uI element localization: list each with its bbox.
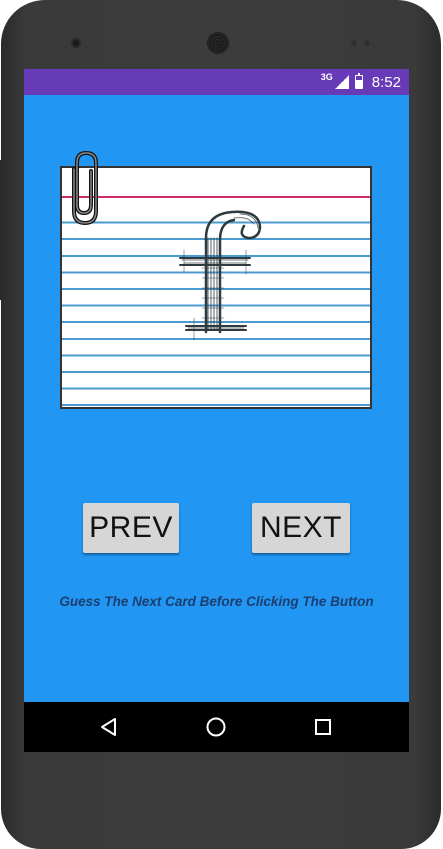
front-camera	[71, 38, 81, 48]
power-button	[0, 160, 3, 300]
network-type-label: 3G	[320, 72, 333, 82]
paperclip-icon	[72, 150, 98, 226]
proximity-sensor	[351, 40, 357, 46]
battery-charging-icon	[354, 73, 363, 89]
light-sensor	[364, 40, 370, 46]
status-time: 8:52	[371, 73, 401, 91]
signal-icon	[334, 75, 349, 89]
next-button[interactable]: NEXT	[252, 503, 350, 553]
hint-text: Guess The Next Card Before Clicking The …	[59, 594, 374, 609]
app-screen: 3G 8:52 PREV NEXT Guess The Next Card Be…	[24, 69, 409, 752]
earpiece-speaker	[207, 32, 229, 54]
recents-icon	[315, 719, 331, 735]
prev-button[interactable]: PREV	[83, 503, 179, 553]
home-icon	[206, 717, 226, 737]
back-button[interactable]	[79, 702, 139, 752]
navigation-bar	[24, 702, 409, 752]
recents-button[interactable]	[293, 702, 353, 752]
card-letter-drawing	[179, 210, 262, 341]
home-button[interactable]	[186, 702, 246, 752]
back-icon	[101, 718, 116, 736]
flash-card	[60, 166, 372, 409]
status-bar: 3G 8:52	[24, 69, 409, 95]
